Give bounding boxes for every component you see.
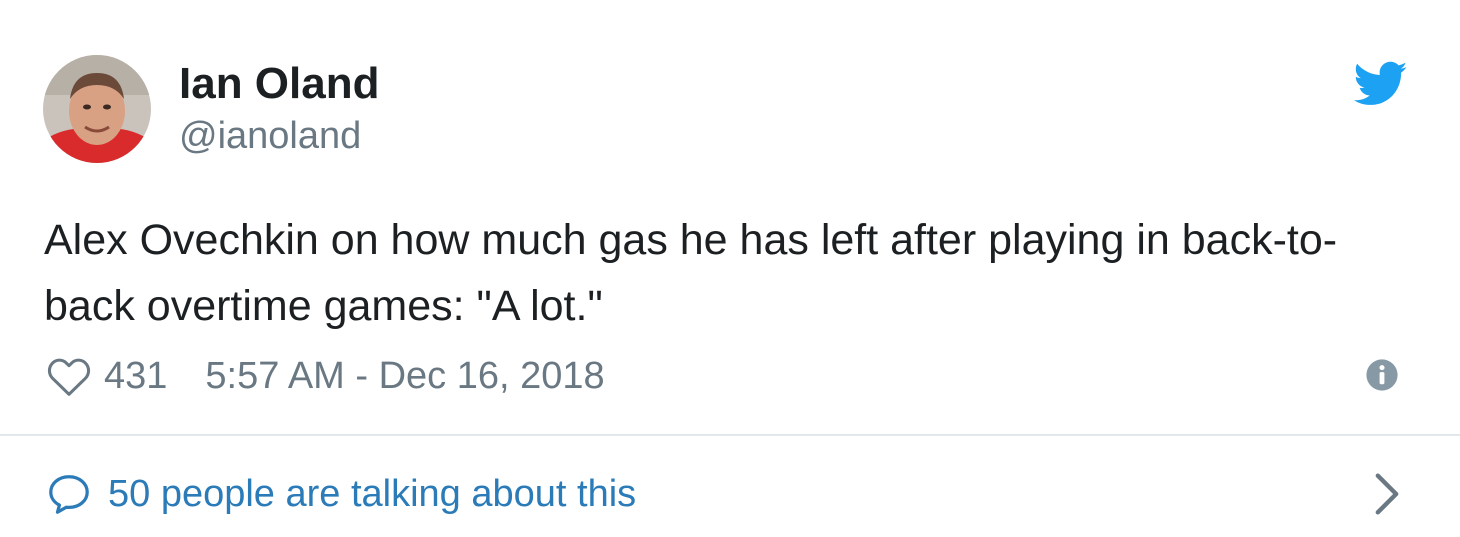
tweet-text: Alex Ovechkin on how much gas he has lef…	[44, 216, 1338, 330]
conversation-label: 50 people are talking about this	[108, 472, 637, 515]
divider	[0, 434, 1460, 436]
speech-bubble-icon	[49, 475, 89, 514]
info-icon[interactable]	[1365, 358, 1399, 392]
author-display-name[interactable]: Ian Oland	[179, 58, 379, 110]
twitter-bird-icon[interactable]	[1354, 60, 1408, 108]
like-count: 431	[104, 354, 168, 397]
like-button[interactable]: 431	[46, 355, 167, 398]
conversation-link[interactable]: 50 people are talking about this	[46, 468, 1426, 520]
tweet-meta: 431 5:57 AM - Dec 16, 2018	[46, 350, 605, 402]
profile-photo	[43, 55, 151, 163]
embedded-tweet-card: Ian Oland @ianoland Alex Ovechkin on how…	[0, 0, 1460, 537]
heart-icon	[47, 358, 91, 396]
chevron-right-icon[interactable]	[1374, 472, 1400, 516]
tweet-timestamp[interactable]: 5:57 AM - Dec 16, 2018	[205, 355, 604, 398]
avatar[interactable]	[43, 55, 151, 163]
author-handle[interactable]: @ianoland	[179, 113, 361, 159]
